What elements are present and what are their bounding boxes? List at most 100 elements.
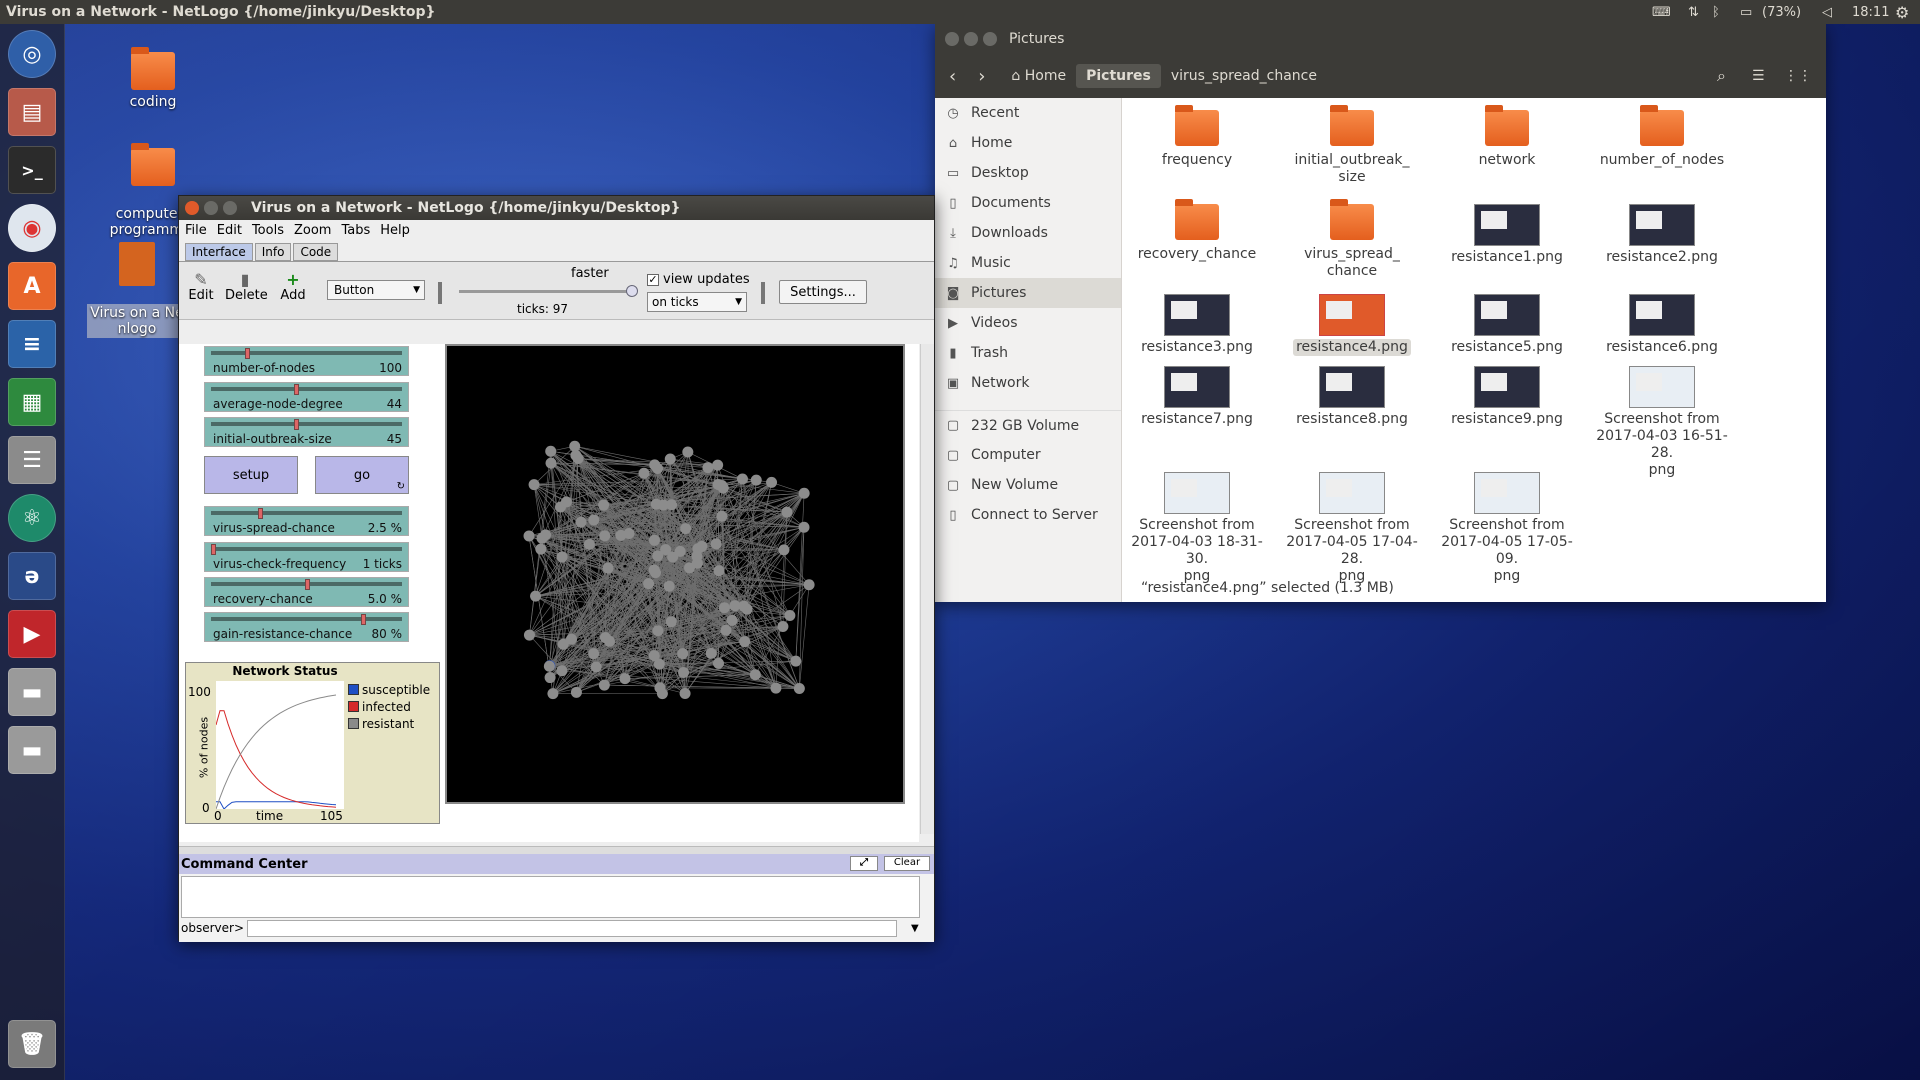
file-item[interactable]: recovery_chance <box>1127 199 1267 263</box>
terminal-icon[interactable]: >_ <box>8 146 56 194</box>
file-item[interactable]: resistance9.png <box>1437 366 1577 428</box>
file-item[interactable]: resistance4.png <box>1282 294 1422 356</box>
search-icon[interactable]: ⌕ <box>1717 66 1726 86</box>
slider-knob[interactable] <box>244 348 250 359</box>
setup-button[interactable]: setup <box>204 456 298 494</box>
battery-icon[interactable]: ▭ <box>1740 0 1752 24</box>
files-app-icon[interactable]: ▤ <box>8 88 56 136</box>
close-button[interactable] <box>945 32 959 46</box>
file-item[interactable]: resistance5.png <box>1437 294 1577 356</box>
breadcrumb-virus-spread-chance[interactable]: virus_spread_chance <box>1161 64 1327 88</box>
interface-scrollbar[interactable] <box>920 344 934 834</box>
file-item[interactable]: Screenshot from 2017-04-03 18-31-30. png <box>1127 472 1267 585</box>
slider-knob[interactable] <box>305 579 310 590</box>
slider-track[interactable] <box>211 351 402 355</box>
slider-gain-resistance-chance[interactable]: gain-resistance-chance 80 % <box>204 612 409 642</box>
sidebar-item-computer[interactable]: ▢ Computer <box>935 440 1121 470</box>
maximize-button[interactable] <box>983 32 997 46</box>
file-item[interactable]: resistance2.png <box>1592 204 1732 266</box>
sidebar-item-recent[interactable]: ◷ Recent <box>935 98 1121 128</box>
close-button[interactable] <box>185 201 199 215</box>
slider-knob[interactable] <box>211 544 216 555</box>
file-item[interactable]: number_of_nodes <box>1592 105 1732 169</box>
slider-track[interactable] <box>211 511 402 515</box>
file-item[interactable]: virus_spread_ chance <box>1282 199 1422 280</box>
calc-icon[interactable]: ▦ <box>8 378 56 426</box>
file-item[interactable]: resistance6.png <box>1592 294 1732 356</box>
expand-icon[interactable]: ⤢ <box>850 856 878 871</box>
file-item[interactable]: Screenshot from 2017-04-05 17-04-28. png <box>1282 472 1422 585</box>
go-button[interactable]: go ↻ <box>315 456 409 494</box>
clear-button[interactable]: Clear <box>884 856 930 871</box>
file-item[interactable]: resistance7.png <box>1127 366 1267 428</box>
settings-button[interactable]: Settings... <box>779 280 867 304</box>
split-pane-divider[interactable] <box>179 846 934 854</box>
drive-icon[interactable]: ▬ <box>8 668 56 716</box>
speed-slider[interactable] <box>459 290 634 293</box>
database-icon[interactable]: ☰ <box>8 436 56 484</box>
file-item[interactable]: Screenshot from 2017-04-05 17-05-09. png <box>1437 472 1577 585</box>
menu-zoom[interactable]: Zoom <box>294 223 331 238</box>
command-input[interactable] <box>247 919 897 937</box>
slider-knob[interactable] <box>293 384 299 395</box>
slider-track[interactable] <box>211 422 402 426</box>
postgres-elephant-icon[interactable]: ǝ <box>8 552 56 600</box>
file-item[interactable]: resistance8.png <box>1282 366 1422 428</box>
tab-info[interactable]: Info <box>254 243 292 261</box>
keyboard-icon[interactable]: ⌨ <box>1652 0 1671 24</box>
menu-tabs[interactable]: Tabs <box>341 223 370 238</box>
gear-icon[interactable]: ⚙ <box>1895 0 1909 24</box>
widget-type-select[interactable]: Button ▼ <box>327 280 425 300</box>
slider-knob[interactable] <box>293 419 299 430</box>
slider-knob[interactable] <box>361 614 367 625</box>
menu-edit[interactable]: Edit <box>217 223 242 238</box>
back-arrow-icon[interactable]: ‹ <box>949 66 956 87</box>
trash-icon[interactable]: 🗑 <box>8 1020 56 1068</box>
sidebar-item-pictures[interactable]: ◙ Pictures <box>935 278 1121 308</box>
slider-recovery-chance[interactable]: recovery-chance 5.0 % <box>204 577 409 607</box>
chevron-down-icon[interactable]: ▼ <box>911 923 919 934</box>
maximize-button[interactable] <box>223 201 237 215</box>
writer-icon[interactable]: ≡ <box>8 320 56 368</box>
sidebar-item-videos[interactable]: ▶ Videos <box>935 308 1121 338</box>
command-output[interactable] <box>181 876 920 918</box>
sidebar-item-desktop[interactable]: ▭ Desktop <box>935 158 1121 188</box>
forward-arrow-icon[interactable]: › <box>978 66 985 87</box>
sidebar-item-downloads[interactable]: ⤓ Downloads <box>935 218 1121 248</box>
slider-track[interactable] <box>211 387 402 391</box>
sidebar-item-home[interactable]: ⌂ Home <box>935 128 1121 158</box>
list-view-icon[interactable]: ☰ <box>1752 68 1765 84</box>
slider-initial-outbreak-size[interactable]: initial-outbreak-size 45 <box>204 417 409 447</box>
file-item[interactable]: resistance3.png <box>1127 294 1267 356</box>
breadcrumb-pictures[interactable]: Pictures <box>1076 64 1161 88</box>
minimize-button[interactable] <box>964 32 978 46</box>
add-button[interactable]: + Add <box>273 270 313 303</box>
slider-average-node-degree[interactable]: average-node-degree 44 <box>204 382 409 412</box>
file-item[interactable]: frequency <box>1127 105 1267 169</box>
menu-help[interactable]: Help <box>380 223 410 238</box>
drive-icon-2[interactable]: ▬ <box>8 726 56 774</box>
chrome-icon[interactable]: ◉ <box>8 204 56 252</box>
update-mode-select[interactable]: on ticks ▼ <box>647 292 747 312</box>
tab-code[interactable]: Code <box>293 243 339 261</box>
file-item[interactable]: initial_outbreak_ size <box>1282 105 1422 186</box>
minimize-button[interactable] <box>204 201 218 215</box>
world-view[interactable] <box>445 344 905 804</box>
network-arrows-icon[interactable]: ⇅ <box>1688 0 1699 24</box>
netlogo-icon[interactable]: ▶ <box>8 610 56 658</box>
desktop-icon-netlogo-file[interactable]: Virus on a Ne nlogo <box>82 226 192 338</box>
menu-tools[interactable]: Tools <box>252 223 284 238</box>
sidebar-item-trash[interactable]: ▮ Trash <box>935 338 1121 368</box>
slider-virus-check-frequency[interactable]: virus-check-frequency 1 ticks <box>204 542 409 572</box>
sidebar-item-232-gb-volume[interactable]: ▢ 232 GB Volume <box>935 410 1121 440</box>
file-item[interactable]: Screenshot from 2017-04-03 16-51-28. png <box>1592 366 1732 479</box>
slider-track[interactable] <box>211 547 402 551</box>
slider-knob[interactable] <box>258 508 263 519</box>
slider-number-of-nodes[interactable]: number-of-nodes 100 <box>204 346 409 376</box>
slider-virus-spread-chance[interactable]: virus-spread-chance 2.5 % <box>204 506 409 536</box>
breadcrumb-home[interactable]: ⌂ Home <box>1001 64 1076 88</box>
sidebar-item-connect-to-server[interactable]: ▯ Connect to Server <box>935 500 1121 530</box>
file-item[interactable]: network <box>1437 105 1577 169</box>
battery-percent[interactable]: (73%) <box>1762 0 1801 24</box>
volume-icon[interactable]: ◁ <box>1822 0 1832 24</box>
